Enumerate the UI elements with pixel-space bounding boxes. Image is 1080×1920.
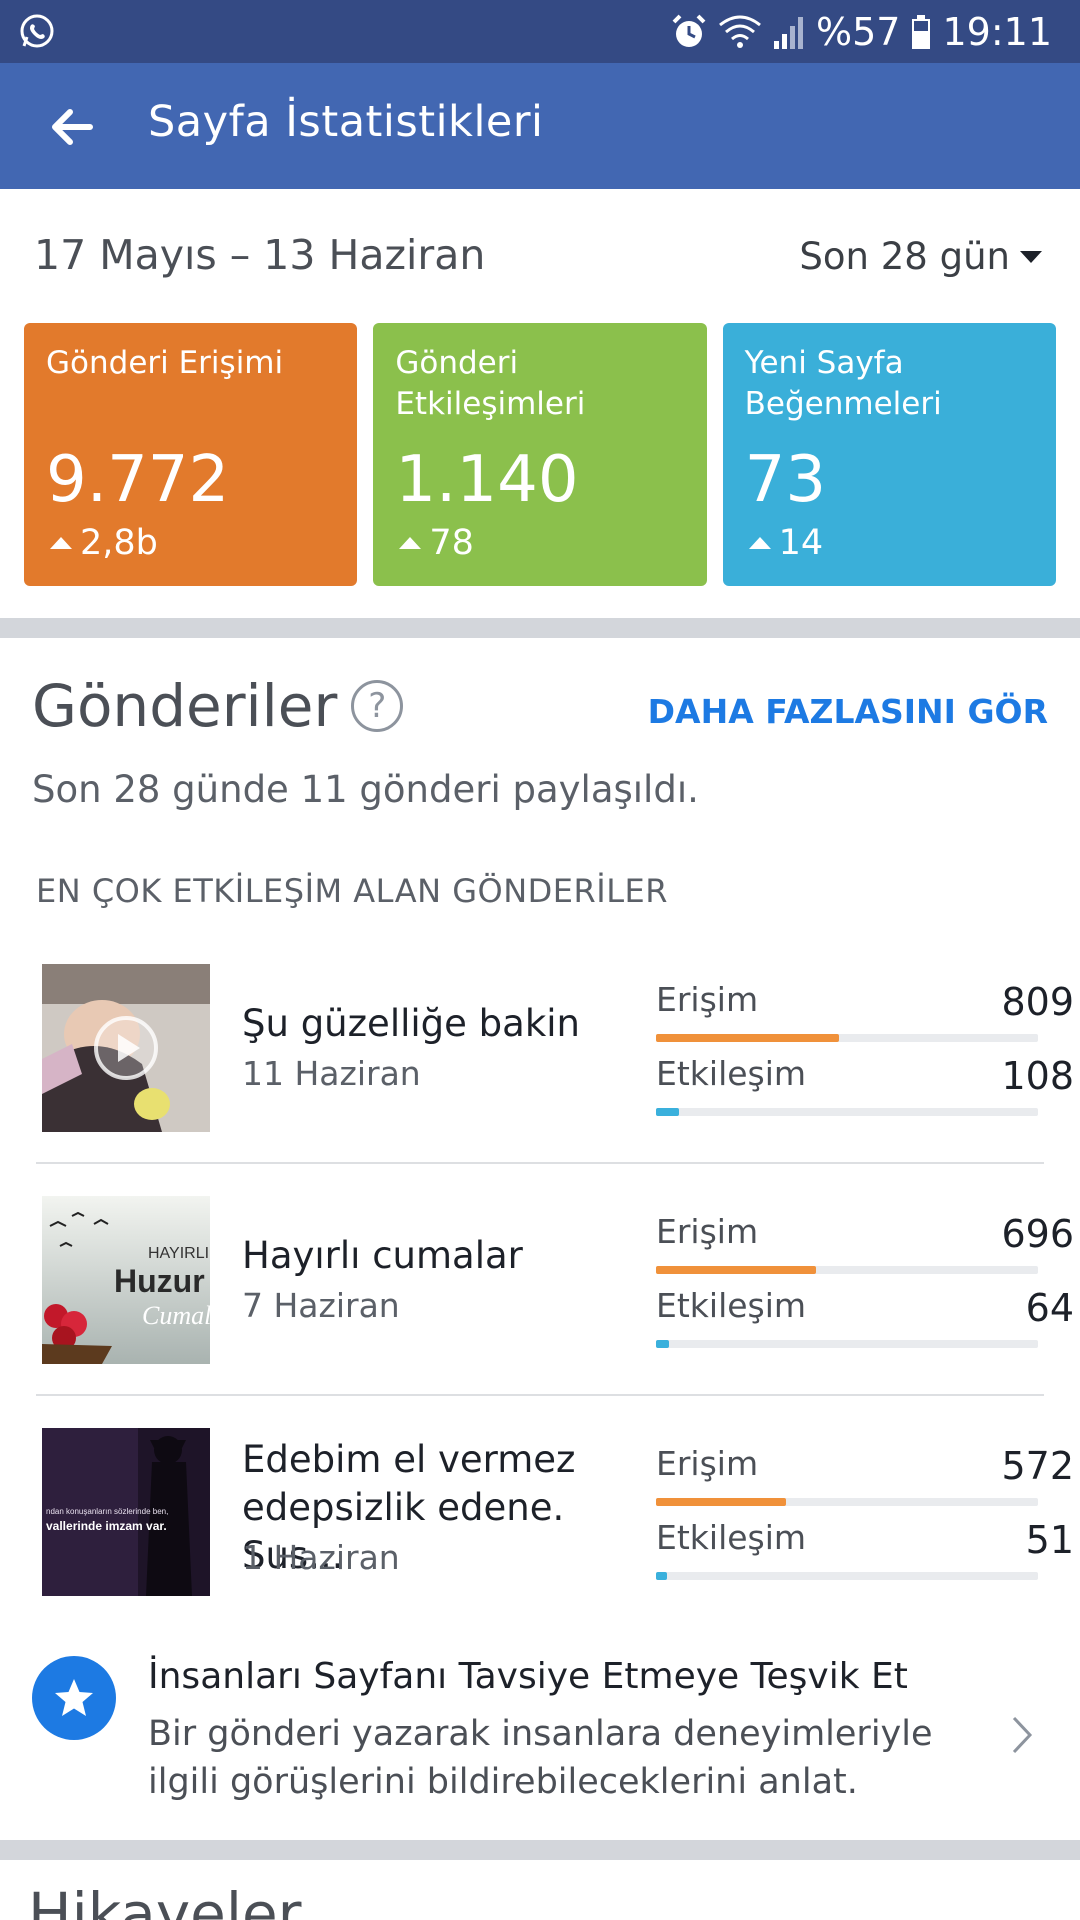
card-value: 73 bbox=[744, 443, 827, 517]
promo-body: Bir gönderi yazarak insanlara deneyimler… bbox=[148, 1714, 933, 1802]
reach-label: Erişim bbox=[656, 1212, 759, 1251]
posts-summary: Son 28 günde 11 gönderi paylaşıldı. bbox=[32, 768, 699, 811]
post-thumbnail bbox=[42, 964, 210, 1132]
post-row[interactable]: ndan konuşanların sözlerinde ben, valler… bbox=[36, 1428, 1074, 1660]
post-title: Hayırlı cumalar bbox=[242, 1234, 523, 1277]
section-divider bbox=[0, 1840, 1080, 1860]
signal-icon bbox=[774, 17, 804, 49]
reach-value: 572 bbox=[1001, 1444, 1074, 1488]
thumb-text: ndan konuşanların sözlerinde ben, bbox=[46, 1507, 168, 1516]
section-title: Gönderiler bbox=[32, 672, 338, 740]
metric-cards: Gönderi Erişimi 9.772 2,8b Gönderi Etkil… bbox=[24, 323, 1056, 586]
reach-bar-track bbox=[656, 1266, 1038, 1274]
engagement-bar-track bbox=[656, 1340, 1038, 1348]
post-title: Şu güzelliğe bakin bbox=[242, 1002, 580, 1045]
thumb-text: Huzur bbox=[114, 1263, 205, 1299]
chevron-right-icon bbox=[1012, 1716, 1033, 1754]
whatsapp-icon bbox=[20, 14, 54, 48]
engagement-bar-fill bbox=[656, 1572, 668, 1580]
engagement-bar-fill bbox=[656, 1340, 670, 1348]
thumb-text: vallerinde imzam var. bbox=[46, 1519, 167, 1533]
up-triangle-icon bbox=[399, 537, 422, 549]
card-delta: 14 bbox=[748, 523, 824, 563]
page-title: Sayfa İstatistikleri bbox=[148, 97, 544, 147]
card-value: 1.140 bbox=[395, 443, 579, 517]
reach-bar-track bbox=[656, 1034, 1038, 1042]
reach-bar-track bbox=[656, 1498, 1038, 1506]
card-delta-value: 2,8b bbox=[80, 523, 158, 563]
engagement-bar-fill bbox=[656, 1108, 679, 1116]
top-posts-caption: EN ÇOK ETKİLEŞİM ALAN GÖNDERİLER bbox=[36, 872, 668, 910]
reach-label: Erişim bbox=[656, 980, 759, 1019]
post-thumbnail: ndan konuşanların sözlerinde ben, valler… bbox=[42, 1428, 210, 1596]
reach-label: Erişim bbox=[656, 1444, 759, 1483]
help-icon[interactable]: ? bbox=[351, 680, 404, 732]
period-dropdown[interactable]: Son 28 gün bbox=[799, 235, 1044, 278]
row-separator bbox=[36, 1394, 1044, 1396]
card-new-page-likes[interactable]: Yeni Sayfa Beğenmeleri 73 14 bbox=[722, 323, 1056, 586]
card-label: Gönderi Erişimi bbox=[46, 345, 284, 381]
reach-bar-fill bbox=[656, 1034, 840, 1042]
card-label: Yeni Sayfa Beğenmeleri bbox=[744, 345, 942, 422]
date-range-row: 17 Mayıs – 13 Haziran Son 28 gün bbox=[0, 189, 1080, 319]
card-label: Gönderi Etkileşimleri bbox=[395, 345, 586, 422]
promo-title: İnsanları Sayfanı Tavsiye Etmeye Teşvik … bbox=[148, 1656, 908, 1697]
battery-percent: %57 bbox=[816, 10, 901, 54]
wifi-icon bbox=[719, 15, 761, 48]
date-range-label: 17 Mayıs – 13 Haziran bbox=[34, 231, 486, 279]
app-bar: Sayfa İstatistikleri bbox=[0, 63, 1080, 189]
card-delta: 2,8b bbox=[50, 523, 158, 563]
reach-value: 696 bbox=[1001, 1212, 1074, 1256]
posts-section-header: Gönderiler ? bbox=[32, 672, 404, 740]
thumb-text: Cumala bbox=[142, 1301, 210, 1330]
up-triangle-icon bbox=[50, 537, 72, 549]
reach-value: 809 bbox=[1001, 980, 1074, 1024]
up-triangle-icon bbox=[748, 537, 771, 549]
post-thumbnail: HAYIRLI VE Huzur Cumala bbox=[42, 1196, 210, 1364]
card-post-reach[interactable]: Gönderi Erişimi 9.772 2,8b bbox=[24, 323, 358, 586]
clock: 19:11 bbox=[942, 10, 1052, 54]
caret-down-icon bbox=[1020, 250, 1042, 263]
thumb-text: HAYIRLI VE bbox=[148, 1245, 210, 1262]
next-section-label: Hikayeler bbox=[28, 1880, 302, 1920]
engagement-bar-track bbox=[656, 1572, 1038, 1580]
engagement-label: Etkileşim bbox=[656, 1518, 807, 1557]
engagement-value: 64 bbox=[1025, 1286, 1074, 1330]
period-label: Son 28 gün bbox=[799, 235, 1010, 278]
arrow-left-icon[interactable] bbox=[46, 101, 98, 153]
section-divider bbox=[0, 618, 1080, 638]
alarm-icon bbox=[672, 14, 706, 47]
engagement-label: Etkileşim bbox=[656, 1054, 807, 1093]
post-date: 11 Haziran bbox=[242, 1054, 421, 1093]
engagement-value: 51 bbox=[1025, 1518, 1074, 1562]
card-value: 9.772 bbox=[46, 443, 230, 517]
see-more-link[interactable]: DAHA FAZLASINI GÖR bbox=[648, 692, 1048, 731]
next-section-title: Hikayeler bbox=[28, 1880, 302, 1920]
status-bar: %57 19:11 bbox=[0, 0, 1080, 63]
card-post-engagement[interactable]: Gönderi Etkileşimleri 1.140 78 bbox=[373, 323, 707, 586]
post-date: 1 Haziran bbox=[242, 1538, 400, 1577]
battery-icon bbox=[912, 15, 931, 49]
reach-bar-fill bbox=[656, 1266, 817, 1274]
card-delta-value: 78 bbox=[429, 523, 474, 563]
engagement-bar-track bbox=[656, 1108, 1038, 1116]
card-delta-value: 14 bbox=[778, 523, 824, 563]
reach-bar-fill bbox=[656, 1498, 786, 1506]
post-date: 7 Haziran bbox=[242, 1286, 400, 1325]
engagement-value: 108 bbox=[1001, 1054, 1074, 1098]
card-delta: 78 bbox=[399, 523, 474, 563]
row-separator bbox=[36, 1162, 1044, 1164]
recommend-promo[interactable]: İnsanları Sayfanı Tavsiye Etmeye Teşvik … bbox=[0, 1640, 1080, 1840]
engagement-label: Etkileşim bbox=[656, 1286, 807, 1325]
star-icon bbox=[32, 1656, 116, 1740]
